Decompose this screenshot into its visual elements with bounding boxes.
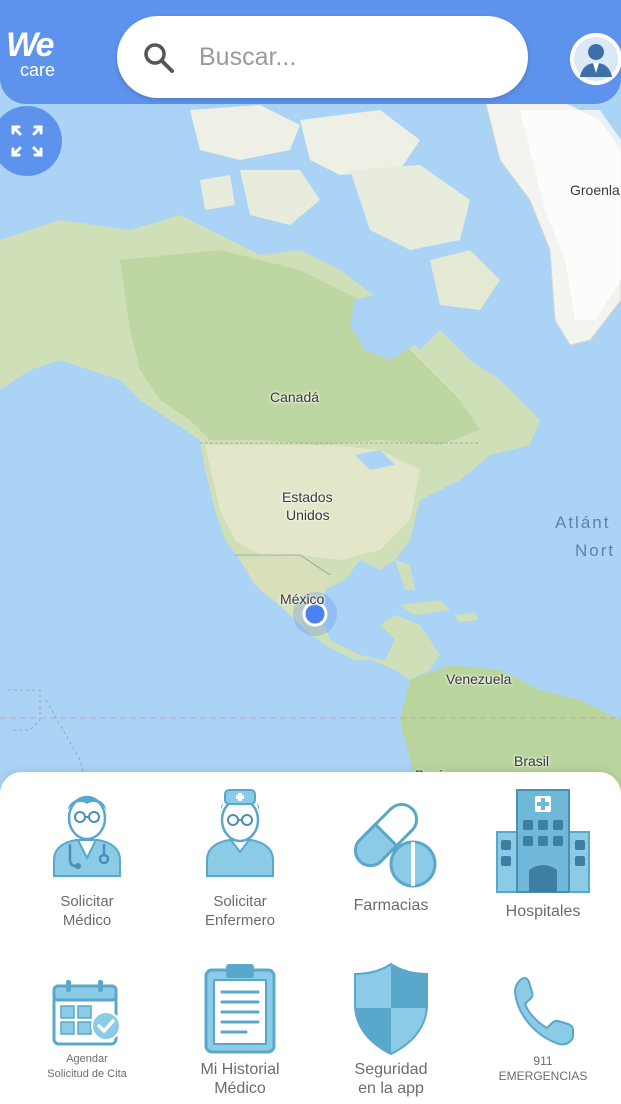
pill-icon: [353, 802, 437, 888]
emergency-911-label: 911 EMERGENCIAS: [498, 1054, 588, 1083]
calendar-icon: [52, 980, 121, 1046]
map-label-venezuela: Venezuela: [446, 671, 512, 687]
logo-care-text: care: [20, 60, 56, 80]
search-icon[interactable]: [141, 40, 177, 76]
shield-icon: [354, 962, 428, 1056]
app-logo: We care: [6, 28, 80, 84]
services-panel: Solicitar Médico Solicitar Enfermero Far…: [0, 772, 621, 1104]
logo-we-text: We: [6, 26, 54, 64]
clipboard-icon: [204, 964, 276, 1054]
avatar[interactable]: [570, 33, 621, 85]
emergency-911-button[interactable]: 911 EMERGENCIAS: [468, 974, 618, 1084]
user-avatar-icon: [570, 33, 621, 85]
medical-history-label: Mi Historial Médico: [200, 1061, 280, 1097]
top-bar: We care: [0, 0, 621, 104]
request-nurse-label: Solicitar Enfermero: [204, 893, 276, 929]
pharmacies-button[interactable]: Farmacias: [316, 790, 466, 915]
map-label-brasil: Brasil: [514, 753, 550, 769]
search-input[interactable]: [199, 38, 499, 76]
nurse-icon: [206, 789, 274, 877]
pharmacies-label: Farmacias: [353, 897, 429, 914]
phone-icon: [513, 976, 574, 1046]
map-label-atlantic-line1: Atlánt: [555, 513, 611, 532]
app-security-button[interactable]: Seguridad en la app: [316, 962, 466, 1098]
map-view[interactable]: Groenla Canadá Estados Unidos México Ven…: [0, 0, 621, 800]
search-bar[interactable]: [117, 16, 528, 98]
request-doctor-button[interactable]: Solicitar Médico: [12, 786, 162, 930]
request-nurse-button[interactable]: Solicitar Enfermero: [165, 786, 315, 930]
expand-icon: [11, 125, 43, 157]
map-label-mexico: México: [280, 591, 325, 607]
hospitals-button[interactable]: Hospitales: [468, 788, 618, 921]
request-doctor-label: Solicitar Médico: [60, 893, 114, 929]
map-label-usa-line1: Estados: [282, 489, 333, 505]
doctor-icon: [53, 795, 121, 877]
hospitals-label: Hospitales: [505, 903, 581, 920]
fullscreen-button[interactable]: [0, 106, 62, 176]
map-label-canada: Canadá: [270, 389, 320, 405]
schedule-appointment-label: Agendar Solicitud de Cita: [47, 1053, 127, 1080]
map-label-usa-line2: Unidos: [286, 507, 330, 523]
map-label-greenland: Groenla: [570, 182, 620, 198]
schedule-appointment-button[interactable]: Agendar Solicitud de Cita: [12, 978, 162, 1082]
app-security-label: Seguridad en la app: [354, 1061, 428, 1097]
map-label-atlantic-line2: Nort: [575, 541, 616, 560]
hospital-icon: [496, 789, 590, 893]
medical-history-button[interactable]: Mi Historial Médico: [165, 962, 315, 1098]
